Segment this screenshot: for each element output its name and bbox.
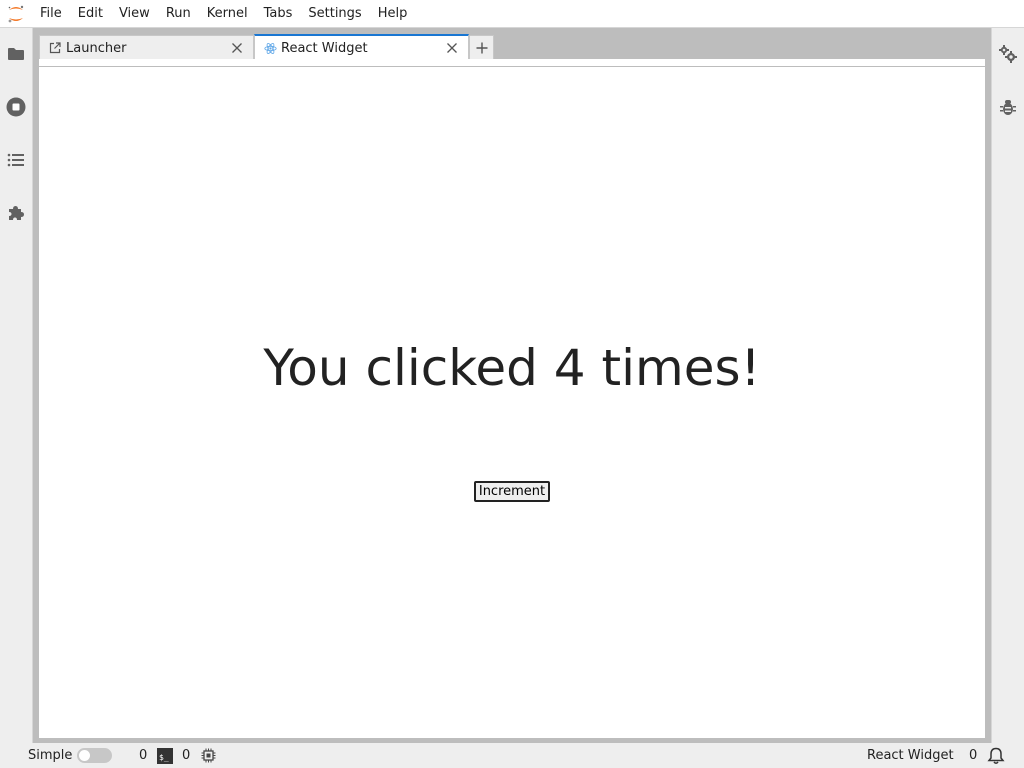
extension-puzzle-icon xyxy=(9,206,24,220)
current-activity-label: React Widget xyxy=(867,748,954,763)
debugger-button[interactable] xyxy=(992,89,1024,125)
tab-launcher[interactable]: Launcher xyxy=(39,35,254,60)
bell-icon[interactable] xyxy=(987,743,1005,768)
increment-button[interactable]: Increment xyxy=(474,481,550,502)
status-bar: Simple 0 $_ 0 React Widget 0 xyxy=(0,743,1024,768)
menu-file[interactable]: File xyxy=(32,0,70,28)
menu-help[interactable]: Help xyxy=(370,0,416,28)
property-inspector-gears-icon xyxy=(999,45,1017,63)
left-sidebar xyxy=(0,28,33,743)
menu-settings[interactable]: Settings xyxy=(300,0,369,28)
main-dock-area: Launcher React Widget You clicked 4 time… xyxy=(33,28,991,743)
close-icon[interactable] xyxy=(442,38,462,58)
toggle-track xyxy=(77,748,112,763)
menu-edit[interactable]: Edit xyxy=(70,0,111,28)
toggle-knob xyxy=(79,750,90,761)
tab-react-widget[interactable]: React Widget xyxy=(254,34,469,60)
folder-icon xyxy=(8,48,24,60)
file-browser-button[interactable] xyxy=(0,36,32,72)
tab-label: Launcher xyxy=(66,40,127,56)
kernels-count[interactable]: 0 xyxy=(139,743,147,768)
menu-tabs[interactable]: Tabs xyxy=(256,0,301,28)
plus-icon xyxy=(476,42,487,54)
simple-mode-label: Simple xyxy=(28,748,73,763)
notifications-count[interactable]: 0 xyxy=(969,743,977,768)
simple-mode-toggle[interactable] xyxy=(77,743,112,768)
react-widget-panel: You clicked 4 times! Increment xyxy=(39,59,985,738)
menu-kernel[interactable]: Kernel xyxy=(199,0,256,28)
tab-label: React Widget xyxy=(281,40,368,56)
svg-text:$_: $_ xyxy=(159,753,169,762)
react-icon xyxy=(263,41,277,55)
terminal-icon: $_ xyxy=(157,743,173,768)
close-icon[interactable] xyxy=(227,38,247,58)
new-launcher-button[interactable] xyxy=(469,35,494,60)
menu-bar: File Edit View Run Kernel Tabs Settings … xyxy=(0,0,1024,28)
property-inspector-button[interactable] xyxy=(992,36,1024,72)
click-count-message: You clicked 4 times! xyxy=(263,339,761,397)
running-sessions-icon xyxy=(6,97,26,117)
table-of-contents-icon xyxy=(7,153,24,167)
menu-run[interactable]: Run xyxy=(158,0,199,28)
terminals-count[interactable]: 0 xyxy=(182,743,190,768)
tab-bar: Launcher React Widget xyxy=(39,34,494,60)
right-sidebar xyxy=(991,28,1024,743)
jupyter-logo-icon xyxy=(0,0,32,28)
launcher-icon xyxy=(48,41,62,55)
panel-toolbar xyxy=(39,59,985,67)
cpu-chip-icon xyxy=(201,743,216,768)
table-of-contents-button[interactable] xyxy=(0,142,32,178)
running-sessions-button[interactable] xyxy=(0,89,32,125)
menu-view[interactable]: View xyxy=(111,0,158,28)
debugger-bug-icon xyxy=(1000,100,1016,115)
extension-manager-button[interactable] xyxy=(0,195,32,231)
